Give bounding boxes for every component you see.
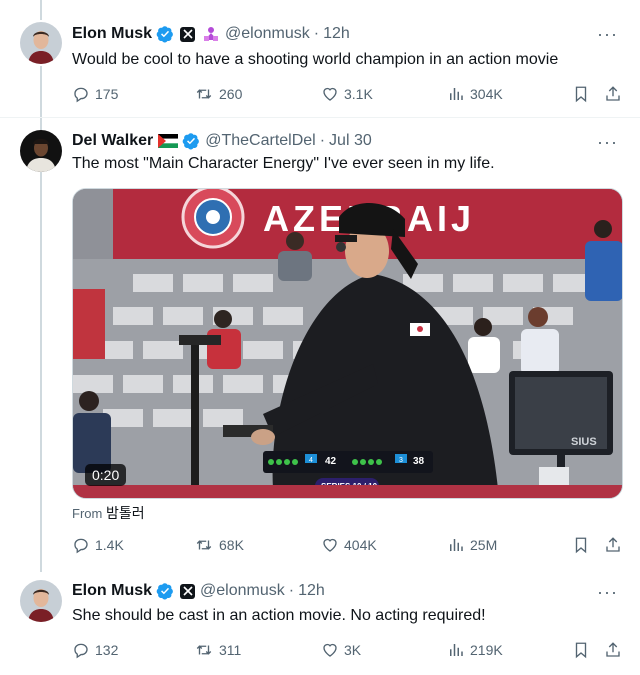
reply-icon — [74, 87, 88, 103]
verified-badge-icon — [156, 582, 174, 600]
repost-count: 311 — [219, 642, 242, 658]
views-button[interactable]: 25M — [447, 534, 497, 556]
like-count: 3.1K — [344, 86, 373, 102]
score-shots-left: 4 — [309, 457, 313, 464]
repost-icon — [196, 645, 212, 655]
tweet-actions: 1.4K 68K 404K 25M — [72, 534, 622, 556]
tweet-header: Elon Musk @elonmusk · 12h — [72, 580, 325, 602]
heart-icon — [323, 538, 337, 552]
author-name[interactable]: Del Walker — [72, 132, 153, 150]
tweet-header: Del Walker @TheCartelDel · Jul 30 — [72, 130, 372, 152]
affiliate-badge-icon — [202, 25, 220, 43]
reply-count: 1.4K — [95, 537, 124, 553]
repost-button[interactable]: 311 — [194, 639, 241, 661]
like-button[interactable]: 404K — [321, 534, 377, 556]
separator-dot: · — [288, 582, 295, 599]
bookmark-button[interactable] — [572, 639, 590, 661]
from-user[interactable]: 밤톨러 — [106, 505, 145, 521]
reply-icon — [74, 538, 88, 554]
heart-icon — [323, 87, 337, 101]
bookmark-icon — [575, 537, 587, 554]
like-count: 3K — [344, 642, 362, 658]
tweet-text: Would be cool to have a shooting world c… — [72, 51, 559, 68]
view-count: 304K — [470, 86, 503, 102]
reply-count: 132 — [95, 642, 119, 658]
author-handle[interactable]: @elonmusk — [200, 582, 285, 600]
views-button[interactable]: 304K — [447, 83, 503, 105]
author-name[interactable]: Elon Musk — [72, 582, 152, 600]
share-button[interactable] — [604, 534, 622, 556]
tweet-text: She should be cast in an action movie. N… — [72, 607, 486, 624]
verified-badge-icon — [156, 25, 174, 43]
more-options-icon[interactable]: ··· — [597, 133, 618, 151]
repost-count: 68K — [219, 537, 244, 553]
more-options-icon[interactable]: ··· — [597, 25, 618, 43]
views-chart-icon — [450, 644, 463, 656]
bookmark-button[interactable] — [572, 83, 590, 105]
video-duration: 0:20 — [85, 464, 127, 486]
share-button[interactable] — [604, 83, 622, 105]
like-button[interactable]: 3K — [321, 639, 361, 661]
views-chart-icon — [450, 88, 463, 100]
verified-badge-icon — [182, 132, 200, 150]
avatar[interactable] — [20, 580, 62, 622]
author-name[interactable]: Elon Musk — [72, 25, 152, 43]
avatar[interactable] — [20, 130, 62, 172]
separator-dot: · — [313, 25, 320, 42]
view-count: 219K — [470, 642, 503, 658]
reply-button[interactable]: 1.4K — [72, 534, 124, 556]
timestamp[interactable]: Jul 30 — [329, 132, 372, 150]
reply-button[interactable]: 175 — [72, 83, 118, 105]
heart-icon — [323, 643, 337, 657]
share-button[interactable] — [604, 639, 622, 661]
avatar[interactable] — [20, 22, 62, 64]
view-count: 25M — [470, 537, 498, 553]
repost-button[interactable]: 260 — [194, 83, 242, 105]
palestine-flag-icon — [158, 134, 179, 148]
bookmark-icon — [575, 642, 587, 659]
repost-count: 260 — [219, 86, 243, 102]
author-handle[interactable]: @TheCartelDel — [205, 132, 316, 150]
share-icon — [606, 642, 620, 657]
share-icon — [606, 86, 620, 101]
x-logo-icon — [180, 26, 196, 42]
bookmark-button[interactable] — [572, 534, 590, 556]
views-button[interactable]: 219K — [447, 639, 503, 661]
tweet-actions: 132 311 3K 219K — [72, 639, 622, 661]
bookmark-icon — [575, 86, 587, 103]
score-right: 38 — [413, 456, 425, 467]
like-count: 404K — [344, 537, 377, 553]
tweet[interactable]: Elon Musk @elonmusk · 12h ··· Would be c… — [0, 0, 640, 118]
score-left: 42 — [325, 456, 337, 467]
reply-button[interactable]: 132 — [72, 639, 118, 661]
from-label: From — [72, 506, 103, 521]
tweet-header: Elon Musk @elonmusk · 12h — [72, 23, 350, 45]
x-logo-icon — [180, 583, 196, 599]
media-attribution: From 밤톨러 — [72, 503, 145, 523]
score-shots-right: 3 — [399, 457, 403, 464]
monitor-brand: SIUS — [571, 436, 597, 448]
reply-count: 175 — [95, 86, 119, 102]
repost-icon — [196, 89, 212, 99]
tweet-text: The most "Main Character Energy" I've ev… — [72, 155, 495, 172]
repost-icon — [196, 540, 212, 550]
reply-icon — [74, 643, 88, 659]
separator-dot: · — [319, 132, 326, 149]
timestamp[interactable]: 12h — [323, 25, 350, 43]
author-handle[interactable]: @elonmusk — [225, 25, 310, 43]
video-thumbnail: AZERBAIJ — [73, 189, 622, 498]
like-button[interactable]: 3.1K — [321, 83, 373, 105]
timestamp[interactable]: 12h — [298, 582, 325, 600]
video-player[interactable]: AZERBAIJ — [72, 188, 623, 499]
more-options-icon[interactable]: ··· — [597, 583, 618, 601]
repost-button[interactable]: 68K — [194, 534, 244, 556]
tweet-actions: 175 260 3.1K 304K — [72, 83, 622, 105]
views-chart-icon — [450, 539, 463, 551]
tweet[interactable]: Elon Musk @elonmusk · 12h ··· She should… — [0, 572, 640, 675]
share-icon — [606, 537, 620, 552]
